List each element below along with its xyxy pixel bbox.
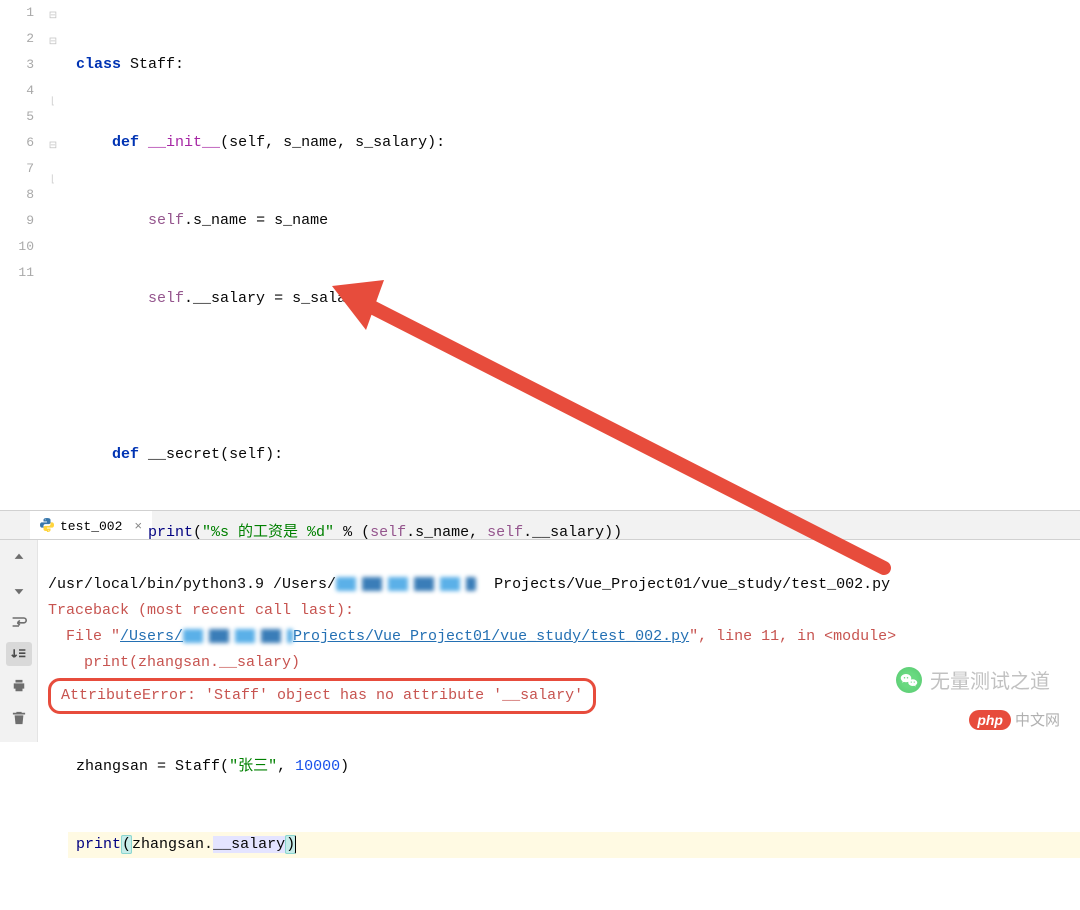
- line-num[interactable]: 5: [0, 104, 34, 130]
- line-num[interactable]: 6: [0, 130, 34, 156]
- fold-end-icon: ⌊: [46, 90, 60, 116]
- error-highlight-box: AttributeError: 'Staff' object has no at…: [48, 678, 596, 714]
- trash-icon[interactable]: [6, 706, 32, 730]
- down-arrow-icon[interactable]: [6, 578, 32, 602]
- watermark-text: 无量测试之道: [930, 665, 1050, 694]
- wechat-icon: [896, 667, 922, 693]
- console-output[interactable]: /usr/local/bin/python3.9 /Users/ Project…: [38, 540, 1080, 742]
- code-line-current[interactable]: print(zhangsan.__salary): [68, 832, 1080, 858]
- file-link[interactable]: Projects/Vue_Project01/vue_study/test_00…: [293, 628, 689, 645]
- console-pane: /usr/local/bin/python3.9 /Users/ Project…: [0, 540, 1080, 742]
- code-line[interactable]: def __init__(self, s_name, s_salary):: [68, 130, 1080, 156]
- line-num[interactable]: 11: [0, 260, 34, 286]
- print-icon[interactable]: [6, 674, 32, 698]
- watermark-wechat: 无量测试之道: [896, 665, 1050, 694]
- python-file-icon: [40, 518, 54, 536]
- traceback-header: Traceback (most recent call last):: [48, 602, 354, 619]
- line-num[interactable]: 1: [0, 0, 34, 26]
- code-line[interactable]: [68, 364, 1080, 390]
- fold-toggle-icon[interactable]: ⊟: [46, 4, 60, 30]
- line-num[interactable]: 9: [0, 208, 34, 234]
- cmd-line: /usr/local/bin/python3.9 /Users/: [48, 576, 336, 593]
- line-num[interactable]: 7: [0, 156, 34, 182]
- redacted-path: [336, 577, 476, 591]
- error-message: AttributeError: 'Staff' object has no at…: [61, 687, 583, 704]
- console-toolbar: [0, 540, 38, 742]
- fold-column: ⊟ ⊟ ⌊ ⊟ ⌊: [44, 0, 68, 510]
- code-area[interactable]: class Staff: def __init__(self, s_name, …: [68, 0, 1080, 510]
- gutter: 1 2 3 4 5 6 7 8 9 10 11: [0, 0, 44, 510]
- scroll-to-end-icon[interactable]: [6, 642, 32, 666]
- watermark-php: php 中文网: [969, 709, 1060, 730]
- code-line[interactable]: class Staff:: [68, 52, 1080, 78]
- editor-pane: 1 2 3 4 5 6 7 8 9 10 11 ⊟ ⊟ ⌊ ⊟ ⌊ class …: [0, 0, 1080, 510]
- code-line[interactable]: self.__salary = s_salary: [68, 286, 1080, 312]
- line-num[interactable]: 3: [0, 52, 34, 78]
- traceback-context: print(zhangsan.__salary): [48, 654, 300, 671]
- file-link[interactable]: /Users/: [120, 628, 183, 645]
- line-num[interactable]: 8: [0, 182, 34, 208]
- up-arrow-icon[interactable]: [6, 546, 32, 570]
- watermark-text: 中文网: [1015, 709, 1060, 730]
- redacted-path: [183, 629, 293, 643]
- fold-toggle-icon[interactable]: ⊟: [46, 134, 60, 160]
- code-line[interactable]: def __secret(self):: [68, 442, 1080, 468]
- fold-end-icon: ⌊: [46, 168, 60, 194]
- line-num[interactable]: 2: [0, 26, 34, 52]
- fold-toggle-icon[interactable]: ⊟: [46, 30, 60, 56]
- line-num[interactable]: 10: [0, 234, 34, 260]
- line-num[interactable]: 4: [0, 78, 34, 104]
- code-line[interactable]: self.s_name = s_name: [68, 208, 1080, 234]
- php-badge: php: [969, 710, 1011, 730]
- soft-wrap-icon[interactable]: [6, 610, 32, 634]
- code-line[interactable]: zhangsan = Staff("张三", 10000): [68, 754, 1080, 780]
